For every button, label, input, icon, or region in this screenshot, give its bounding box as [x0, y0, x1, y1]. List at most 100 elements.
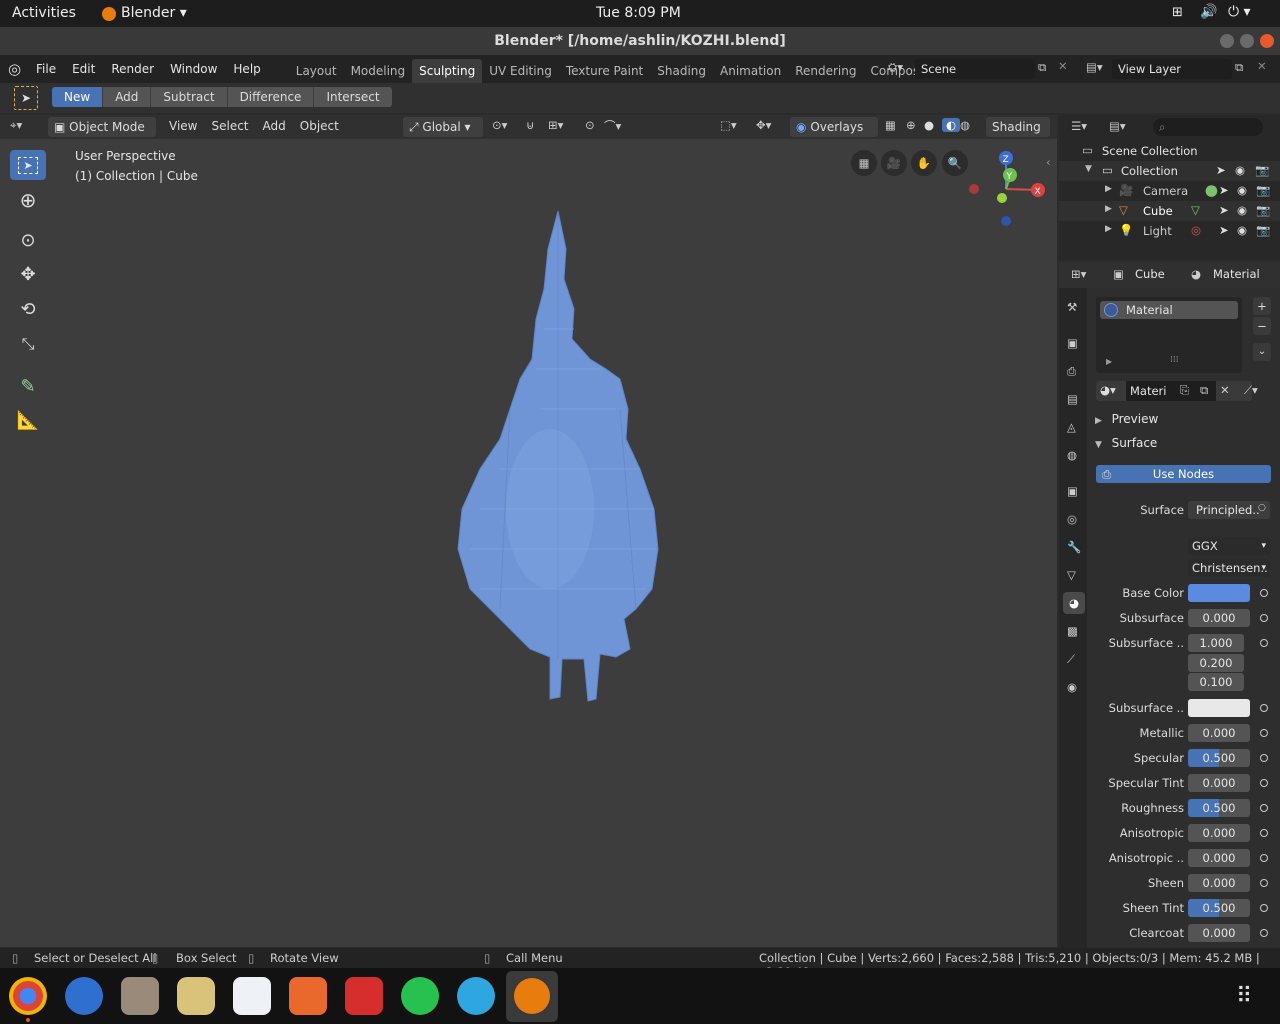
- eye-icon[interactable]: ◉: [1237, 203, 1247, 217]
- clock[interactable]: Tue 8:09 PM: [596, 5, 681, 21]
- outliner-search-input[interactable]: ⌕: [1153, 118, 1263, 136]
- tab-texture-paint[interactable]: Texture Paint: [559, 59, 650, 83]
- foxit-reader-icon[interactable]: [345, 977, 383, 1015]
- property-value-field[interactable]: 0.000: [1188, 924, 1250, 942]
- move-tool[interactable]: ✥: [10, 259, 46, 289]
- property-value-field[interactable]: 0.500: [1188, 749, 1250, 767]
- data-tab-icon[interactable]: ▽: [1067, 568, 1076, 582]
- fake-user-icon[interactable]: ⎘: [1180, 383, 1189, 398]
- minimize-button[interactable]: [1220, 34, 1234, 48]
- navigation-gizmo[interactable]: Z X Y: [962, 147, 1052, 231]
- view-layer-tab-icon[interactable]: ▤: [1067, 392, 1078, 406]
- property-value-field[interactable]: 0.500: [1188, 899, 1250, 917]
- expand-arrow-icon[interactable]: ▶: [1105, 204, 1112, 214]
- new-view-layer-icon[interactable]: ⧉: [1235, 60, 1243, 75]
- select-toggle-icon[interactable]: ➤: [1219, 183, 1229, 197]
- whatsapp-icon[interactable]: [401, 977, 439, 1015]
- rotate-tool[interactable]: ⟲: [10, 294, 46, 324]
- blender-dock-item[interactable]: [506, 971, 558, 1022]
- visibility-icon[interactable]: ⬚▾: [720, 118, 737, 132]
- solid-shading-icon[interactable]: ●: [924, 118, 942, 132]
- menu-add[interactable]: Add: [256, 119, 293, 133]
- tab-animation[interactable]: Animation: [713, 59, 788, 83]
- render-camera-icon[interactable]: 📷: [1255, 163, 1269, 177]
- menu-window[interactable]: Window: [162, 62, 225, 76]
- thunderbird-icon[interactable]: [65, 977, 103, 1015]
- maximize-button[interactable]: [1240, 34, 1254, 48]
- socket-dot-icon[interactable]: [1260, 704, 1268, 712]
- socket-dot-icon[interactable]: [1260, 729, 1268, 737]
- eye-icon[interactable]: ◉: [1237, 183, 1247, 197]
- subsurface-color-swatch[interactable]: [1188, 699, 1250, 717]
- editor-type-icon[interactable]: ⊞▾: [1071, 267, 1086, 281]
- subsurface-method-dropdown[interactable]: Christensen.. ▾: [1188, 559, 1270, 577]
- material-tab-icon[interactable]: ◕: [1063, 592, 1085, 614]
- delete-view-layer-icon[interactable]: ✕: [1257, 59, 1267, 73]
- falloff-icon[interactable]: ⌒▾: [604, 118, 621, 134]
- wireframe-shading-icon[interactable]: ⊕: [906, 118, 924, 132]
- socket-dot-icon[interactable]: [1260, 779, 1268, 787]
- property-value-field[interactable]: 0.000: [1188, 849, 1250, 867]
- subsurface-radius-field[interactable]: 0.100: [1188, 673, 1244, 691]
- material-slot-item[interactable]: Material: [1100, 301, 1238, 319]
- select-toggle-icon[interactable]: ➤: [1219, 203, 1229, 217]
- menu-object[interactable]: Object: [293, 119, 346, 133]
- select-box-tool[interactable]: ➤: [10, 150, 46, 180]
- view-layer-icon[interactable]: ▤▾: [1086, 60, 1103, 74]
- render-camera-icon[interactable]: 📷: [1256, 203, 1270, 217]
- box-select-tool-icon[interactable]: ➤: [14, 86, 38, 110]
- constraints-tab-icon[interactable]: ◉: [1067, 680, 1077, 694]
- resize-handle-icon[interactable]: ⁞⁞⁞: [1170, 355, 1179, 365]
- socket-dot-icon[interactable]: [1260, 904, 1268, 912]
- eye-icon[interactable]: ◉: [1235, 163, 1245, 177]
- world-tab-icon[interactable]: ◍: [1067, 448, 1077, 462]
- preview-panel-header[interactable]: ▶ Preview: [1095, 412, 1275, 430]
- new-scene-icon[interactable]: ⧉: [1038, 60, 1046, 75]
- cube-mesh-object[interactable]: [440, 209, 680, 709]
- scale-tool[interactable]: ⤡: [10, 329, 46, 359]
- property-value-field[interactable]: 0.000: [1188, 874, 1250, 892]
- measure-tool[interactable]: 📐: [10, 405, 46, 435]
- scene-icon[interactable]: ⛭▾: [888, 60, 903, 75]
- property-value-field[interactable]: 0.000: [1188, 724, 1250, 742]
- add-slot-button[interactable]: +: [1253, 297, 1271, 315]
- texture-tab-icon[interactable]: ▩: [1067, 624, 1078, 638]
- render-camera-icon[interactable]: 📷: [1256, 183, 1270, 197]
- tool-tab-icon[interactable]: ⚒: [1067, 300, 1077, 314]
- expand-arrow-icon[interactable]: ▶: [1105, 184, 1112, 194]
- use-nodes-button[interactable]: ⎙ Use Nodes: [1096, 465, 1271, 483]
- menu-select[interactable]: Select: [204, 119, 255, 133]
- mode-add-button[interactable]: Add: [103, 87, 152, 107]
- pan-hand-icon[interactable]: ✋: [911, 150, 937, 176]
- camera-view-icon[interactable]: 🎥: [881, 150, 907, 176]
- object-tab-icon[interactable]: ▣: [1067, 484, 1078, 498]
- chrome-icon[interactable]: [9, 977, 47, 1015]
- socket-dot-icon[interactable]: [1260, 614, 1268, 622]
- tab-modeling[interactable]: Modeling: [344, 59, 413, 83]
- power-icon[interactable]: ⏻ ▾: [1228, 4, 1251, 20]
- outliner-item-cube[interactable]: ▶ ▽ Cube ▽ ➤ ◉ 📷: [1059, 201, 1280, 221]
- socket-dot-icon[interactable]: [1260, 589, 1268, 597]
- outliner-item-light[interactable]: ▶ 💡 Light ◎ ➤ ◉ 📷: [1059, 221, 1280, 241]
- camera-data-icon[interactable]: ⬤: [1205, 183, 1218, 197]
- tab-rendering[interactable]: Rendering: [788, 59, 863, 83]
- gizmo-toggle-icon[interactable]: ✥▾: [756, 118, 771, 132]
- transform-tool[interactable]: ⊙: [10, 225, 46, 255]
- socket-dot-icon[interactable]: [1260, 854, 1268, 862]
- tab-layout[interactable]: Layout: [289, 59, 344, 83]
- snap-target-icon[interactable]: ⊞▾: [548, 118, 563, 132]
- menu-edit[interactable]: Edit: [64, 62, 103, 76]
- output-tab-icon[interactable]: ⎙: [1067, 364, 1076, 379]
- rendered-shading-icon[interactable]: ◍: [960, 118, 978, 132]
- socket-dot-icon[interactable]: [1260, 929, 1268, 937]
- unlink-material-icon[interactable]: ✕: [1220, 383, 1230, 397]
- pivot-icon[interactable]: ⊙▾: [492, 118, 507, 132]
- remove-slot-button[interactable]: −: [1253, 317, 1271, 335]
- shading-dropdown[interactable]: Shading ▾: [986, 117, 1050, 154]
- rhythmbox-icon[interactable]: [177, 977, 215, 1015]
- base-color-swatch[interactable]: [1188, 584, 1250, 602]
- activities-button[interactable]: Activities: [12, 5, 76, 21]
- xray-icon[interactable]: ▦: [885, 118, 896, 132]
- eye-icon[interactable]: ◉: [1237, 223, 1247, 237]
- render-tab-icon[interactable]: ▣: [1067, 336, 1078, 350]
